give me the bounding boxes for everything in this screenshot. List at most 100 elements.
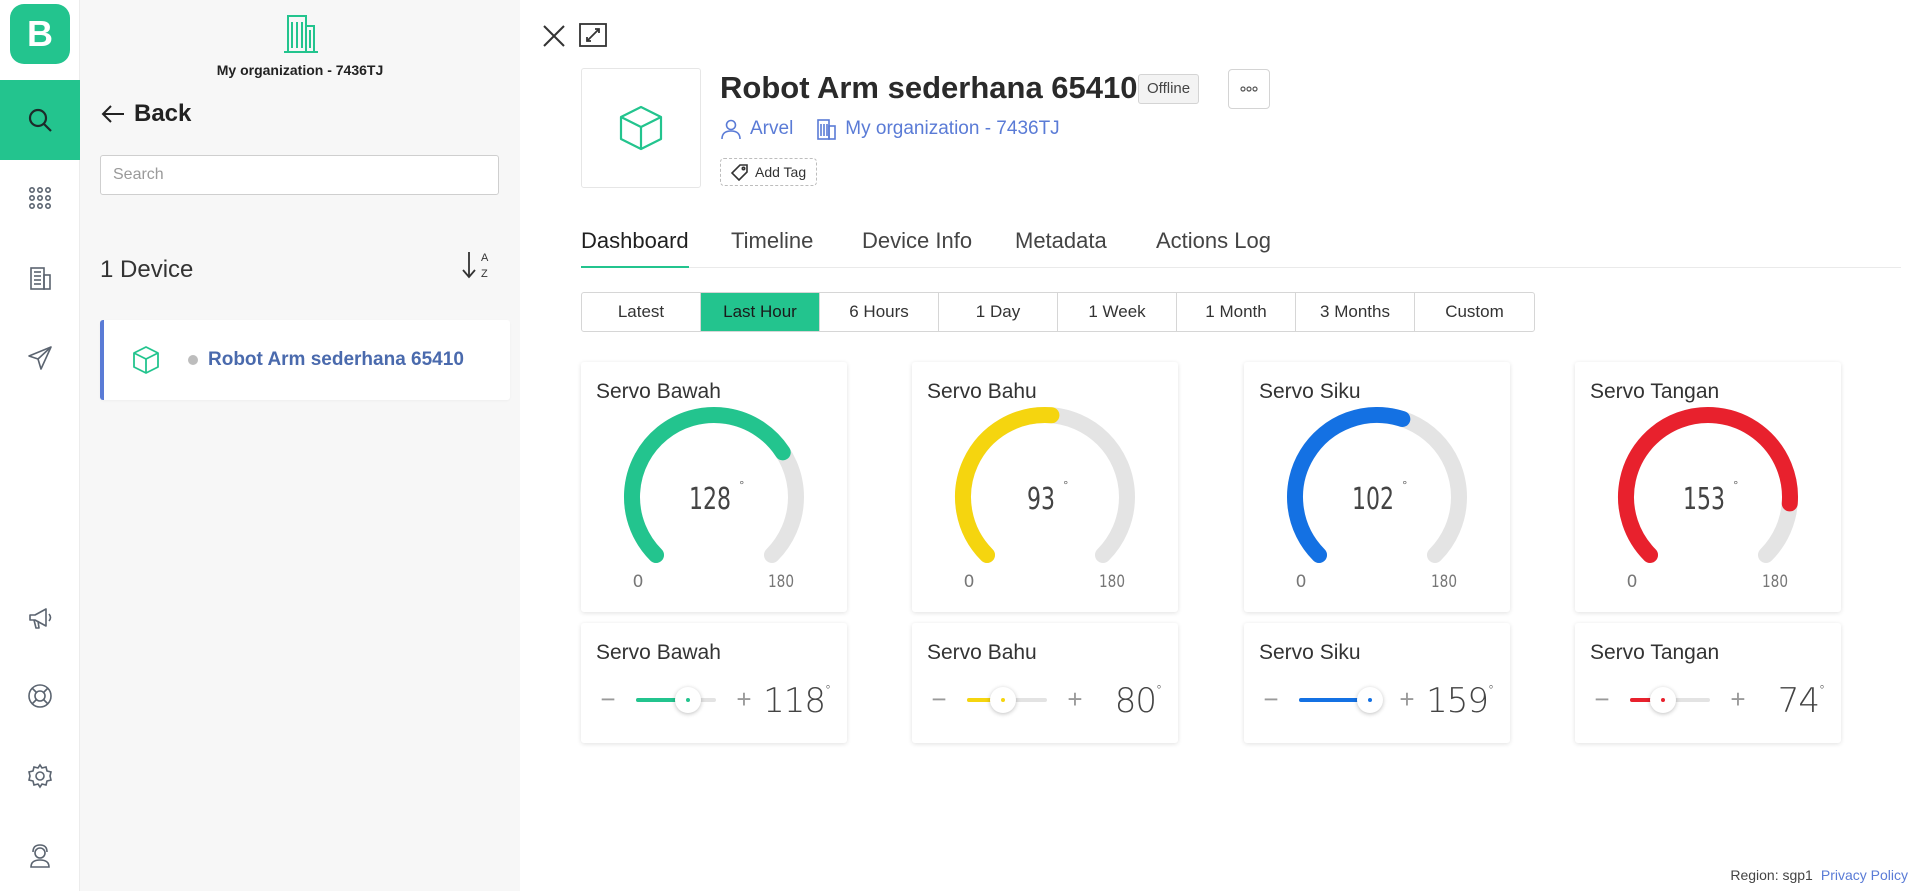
range-6-hours[interactable]: 6 Hours [820,293,939,331]
user-icon [721,119,741,140]
lifebuoy-icon[interactable] [0,656,80,736]
region-label: Region: sgp1 [1730,867,1813,883]
slider-title: Servo Tangan [1590,641,1720,664]
decrement-button[interactable]: − [1261,686,1281,712]
gauge-min-label: 0 [964,572,975,592]
gauge-chart: 93 ° 0 180 [955,407,1135,592]
slider-title: Servo Bahu [927,641,1037,664]
gauge-max-label: 180 [1099,572,1125,592]
gauge-value: 102 [1352,482,1394,517]
organization-name: My organization - 7436TJ [216,62,384,78]
cube-icon [133,346,159,374]
gauge-widget-servo-bawah: Servo Bawah 128 ° 0 180 [581,362,847,612]
increment-button[interactable]: + [1397,686,1417,712]
gauge-widget-servo-tangan: Servo Tangan 153 ° 0 180 [1575,362,1841,612]
slider-value: 159 [1426,681,1489,721]
slider-unit: ° [1819,683,1825,697]
slider-track[interactable] [1299,687,1383,713]
device-owner[interactable]: Arvel [750,118,793,140]
range-3-months[interactable]: 3 Months [1296,293,1415,331]
slider-thumb[interactable] [1649,687,1676,713]
cube-icon [619,105,663,151]
more-options-button[interactable] [1228,69,1270,109]
gauge-value: 128 [689,482,731,517]
app-logo[interactable]: B [10,4,70,64]
device-list-item[interactable]: Robot Arm sederhana 65410 [100,320,510,400]
gear-icon[interactable] [0,736,80,816]
slider-track[interactable] [636,687,716,713]
slider-value-display: 159° [1426,681,1494,721]
gauge-value: 93 [1027,482,1055,517]
slider-thumb[interactable] [989,687,1016,713]
device-organization[interactable]: My organization - 7436TJ [845,118,1059,140]
grid-icon[interactable] [0,158,80,238]
search-icon[interactable] [0,80,80,160]
left-rail: B [0,0,80,891]
add-tag-label: Add Tag [755,164,807,180]
tag-icon [731,164,748,181]
gauge-widget-servo-siku: Servo Siku 102 ° 0 180 [1244,362,1510,612]
slider-track[interactable] [1630,687,1710,713]
slider-widget-servo-tangan: Servo Tangan − + 74° [1575,623,1841,743]
more-horizontal-icon [1240,86,1258,92]
slider-value-display: 118° [763,681,831,721]
range-1-month[interactable]: 1 Month [1177,293,1296,331]
megaphone-icon[interactable] [0,578,80,658]
range-last-hour[interactable]: Last Hour [701,293,820,331]
device-meta: Arvel My organization - 7436TJ [720,118,1060,140]
slider-unit: ° [825,683,831,697]
slider-control: − + 159° [1259,681,1499,721]
device-detail: Robot Arm sederhana 65410 Offline Arvel … [520,0,1918,891]
slider-track[interactable] [967,687,1047,713]
slider-widget-servo-siku: Servo Siku − + 159° [1244,623,1510,743]
send-icon[interactable] [0,318,80,398]
decrement-button[interactable]: − [598,686,618,712]
decrement-button[interactable]: − [929,686,949,712]
tab-actions-log[interactable]: Actions Log [1156,228,1271,266]
slider-widget-servo-bawah: Servo Bawah − + 118° [581,623,847,743]
footer: Region: sgp1 Privacy Policy [1730,867,1908,883]
status-badge: Offline [1138,74,1200,104]
slider-title: Servo Siku [1259,641,1361,664]
svg-text:A: A [481,252,489,264]
slider-control: − + 118° [596,681,836,721]
gauge-unit: ° [1063,479,1069,492]
building-icon[interactable] [0,238,80,318]
decrement-button[interactable]: − [1592,686,1612,712]
svg-text:Z: Z [481,268,488,280]
range-1-day[interactable]: 1 Day [939,293,1058,331]
user-support-icon[interactable] [0,816,80,896]
tab-metadata[interactable]: Metadata [1015,228,1107,266]
back-button[interactable]: Back [100,100,191,128]
organization-header: My organization - 7436TJ [80,12,520,78]
range-1-week[interactable]: 1 Week [1058,293,1177,331]
gauge-max-label: 180 [1431,572,1457,592]
gauge-value: 153 [1683,482,1725,517]
building-icon [817,119,837,140]
slider-control: − + 74° [1590,681,1830,721]
slider-thumb[interactable] [675,687,702,713]
gauge-min-label: 0 [633,572,644,592]
add-tag-button[interactable]: Add Tag [720,158,818,186]
status-dot [188,355,198,365]
increment-button[interactable]: + [1728,686,1748,712]
expand-icon[interactable] [578,22,608,48]
increment-button[interactable]: + [1065,686,1085,712]
gauge-max-label: 180 [1762,572,1788,592]
tab-timeline[interactable]: Timeline [731,228,813,266]
gauge-unit: ° [1733,479,1739,492]
slider-thumb[interactable] [1356,687,1383,713]
range-latest[interactable]: Latest [582,293,701,331]
sort-az-icon[interactable]: A Z [460,248,494,282]
increment-button[interactable]: + [734,686,754,712]
tab-device-info[interactable]: Device Info [862,228,972,266]
close-icon[interactable] [540,22,568,50]
back-label: Back [134,100,192,127]
range-custom[interactable]: Custom [1415,293,1534,331]
device-search-input[interactable] [100,155,499,195]
arrow-left-icon [101,105,124,123]
tab-dashboard[interactable]: Dashboard [581,228,689,268]
privacy-policy-link[interactable]: Privacy Policy [1821,867,1908,883]
slider-unit: ° [1488,683,1494,697]
slider-widget-servo-bahu: Servo Bahu − + 80° [912,623,1178,743]
